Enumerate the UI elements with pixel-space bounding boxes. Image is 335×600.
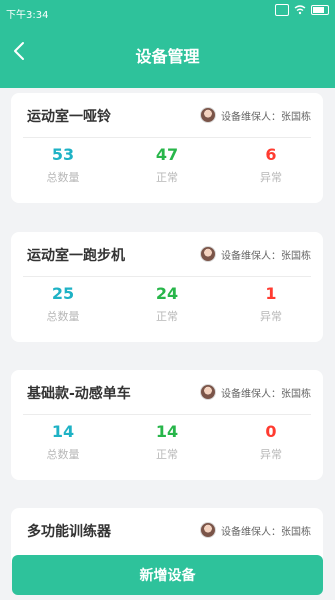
notification-icon	[275, 4, 289, 16]
equipment-name: 多功能训练器	[27, 524, 111, 540]
avatar	[200, 522, 216, 538]
stat-total: 53 总数量	[23, 145, 103, 185]
maintainer-label: 设备维保人：张国栋	[221, 526, 311, 538]
total-count: 14	[51, 422, 75, 441]
status-icons	[275, 4, 329, 16]
stat-abnormal: 1 异常	[231, 284, 311, 324]
status-time: 下午3:34	[6, 10, 49, 21]
divider	[23, 276, 311, 277]
battery-icon	[311, 5, 329, 15]
equipment-name: 运动室一跑步机	[27, 248, 125, 264]
maintainer-label: 设备维保人：张国栋	[221, 250, 311, 262]
stat-normal: 14 正常	[127, 422, 207, 462]
stats-row: 14 总数量 14 正常 0 异常	[11, 422, 323, 472]
abnormal-label: 异常	[260, 310, 282, 323]
stats-row: 25 总数量 24 正常 1 异常	[11, 284, 323, 334]
stat-abnormal: 0 异常	[231, 422, 311, 462]
total-count: 25	[51, 284, 75, 303]
card-header: 基础款-动感单车 设备维保人：张国栋	[11, 370, 323, 414]
equipment-card[interactable]: 基础款-动感单车 设备维保人：张国栋 14 总数量 14 正常 0 异常	[11, 370, 323, 480]
avatar	[200, 246, 216, 262]
abnormal-label: 异常	[260, 448, 282, 461]
status-bar: 下午3:34	[0, 0, 335, 22]
wifi-icon	[294, 5, 306, 15]
normal-count: 14	[155, 422, 179, 441]
equipment-card[interactable]: 运动室一哑铃 设备维保人：张国栋 53 总数量 47 正常 6 异常	[11, 93, 323, 203]
avatar	[200, 384, 216, 400]
stat-total: 14 总数量	[23, 422, 103, 462]
maintainer-label: 设备维保人：张国栋	[221, 388, 311, 400]
card-header: 多功能训练器 设备维保人：张国栋	[11, 508, 323, 552]
abnormal-count: 0	[265, 422, 277, 441]
maintainer-label: 设备维保人：张国栋	[221, 111, 311, 123]
stat-normal: 47 正常	[127, 145, 207, 185]
divider	[23, 137, 311, 138]
normal-label: 正常	[156, 310, 178, 323]
normal-label: 正常	[156, 448, 178, 461]
equipment-card[interactable]: 运动室一跑步机 设备维保人：张国栋 25 总数量 24 正常 1 异常	[11, 232, 323, 342]
total-count: 53	[51, 145, 75, 164]
maintainer-info: 设备维保人：张国栋	[200, 246, 311, 262]
abnormal-count: 6	[265, 145, 277, 164]
card-header: 运动室一哑铃 设备维保人：张国栋	[11, 93, 323, 137]
total-label: 总数量	[46, 171, 80, 184]
abnormal-count: 1	[265, 284, 277, 303]
equipment-name: 基础款-动感单车	[27, 386, 131, 402]
maintainer-info: 设备维保人：张国栋	[200, 522, 311, 538]
maintainer-info: 设备维保人：张国栋	[200, 384, 311, 400]
stats-row: 53 总数量 47 正常 6 异常	[11, 145, 323, 195]
add-equipment-button[interactable]: 新增设备	[12, 555, 323, 595]
page-title: 设备管理	[135, 47, 200, 66]
equipment-name: 运动室一哑铃	[27, 109, 111, 125]
avatar	[200, 107, 216, 123]
card-header: 运动室一跑步机 设备维保人：张国栋	[11, 232, 323, 276]
stat-abnormal: 6 异常	[231, 145, 311, 185]
normal-label: 正常	[156, 171, 178, 184]
total-label: 总数量	[46, 448, 80, 461]
maintainer-info: 设备维保人：张国栋	[200, 107, 311, 123]
abnormal-label: 异常	[260, 171, 282, 184]
app-header: 下午3:34 设备管理	[0, 0, 335, 88]
total-label: 总数量	[46, 310, 80, 323]
divider	[23, 414, 311, 415]
normal-count: 24	[155, 284, 179, 303]
stat-total: 25 总数量	[23, 284, 103, 324]
stat-normal: 24 正常	[127, 284, 207, 324]
normal-count: 47	[155, 145, 179, 164]
